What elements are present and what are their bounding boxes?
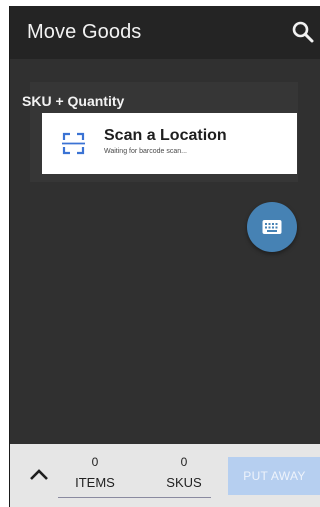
- device-screen: Move Goods SKU + Quantity Scan a Locatio…: [9, 6, 320, 507]
- keyboard-input-button[interactable]: [247, 202, 297, 252]
- scan-title: Scan a Location: [104, 127, 227, 144]
- skus-stat: 0 SKUS: [154, 454, 214, 491]
- page-title: Move Goods: [27, 21, 142, 43]
- search-icon: [292, 21, 314, 43]
- items-label: ITEMS: [75, 475, 115, 490]
- items-stat: 0 ITEMS: [65, 454, 125, 491]
- chevron-up-icon: [30, 469, 48, 480]
- barcode-scan-icon: [62, 132, 85, 155]
- put-away-button[interactable]: PUT AWAY: [228, 457, 320, 495]
- skus-label: SKUS: [166, 475, 202, 490]
- skus-count: 0: [180, 455, 188, 469]
- section-label: SKU + Quantity: [22, 93, 125, 109]
- scan-location-card[interactable]: Scan a Location Waiting for barcode scan…: [42, 113, 297, 174]
- app-bar: Move Goods: [10, 6, 320, 59]
- expand-button[interactable]: [28, 464, 50, 486]
- scan-status-text: Waiting for barcode scan...: [104, 148, 188, 155]
- keyboard-icon: [262, 220, 282, 234]
- stats-divider: [58, 497, 211, 498]
- search-button[interactable]: [289, 18, 317, 46]
- bottom-summary-bar: 0 ITEMS 0 SKUS PUT AWAY: [10, 444, 320, 507]
- items-count: 0: [91, 455, 99, 469]
